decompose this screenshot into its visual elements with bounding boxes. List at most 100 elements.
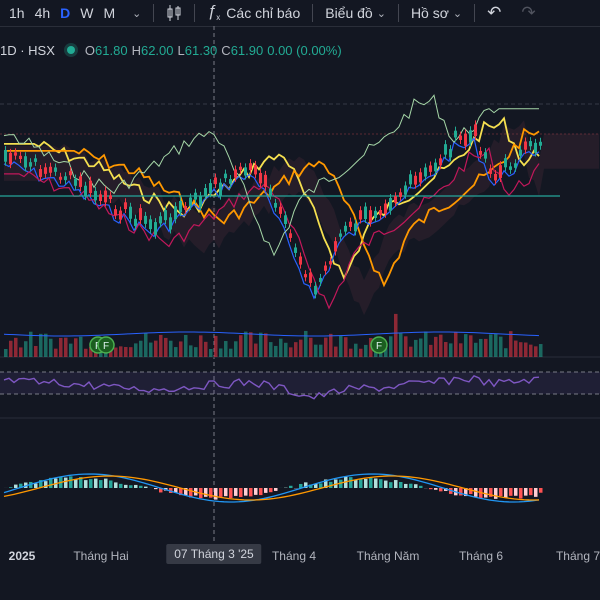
volume-bar — [354, 343, 358, 357]
candle — [289, 233, 292, 238]
interval-m[interactable]: M — [99, 5, 121, 21]
candle — [534, 142, 537, 153]
chart-canvas[interactable]: FFF — [0, 26, 600, 543]
macd-histogram-bar — [514, 488, 518, 496]
volume-bar — [179, 341, 183, 357]
macd-histogram-bar — [389, 482, 393, 488]
macd-histogram-bar — [494, 488, 498, 499]
macd-histogram-bar — [469, 488, 473, 495]
interval-1h[interactable]: 1h — [4, 5, 30, 21]
candle — [64, 176, 67, 181]
candle — [519, 149, 522, 156]
candle — [304, 274, 307, 278]
macd-histogram-bar — [104, 478, 108, 488]
volume-bar — [219, 348, 223, 357]
macd-histogram-bar — [139, 485, 143, 488]
macd-histogram-bar — [239, 488, 243, 498]
volume-bar — [269, 342, 273, 357]
candle — [409, 174, 412, 185]
macd-histogram-bar — [109, 480, 113, 488]
candle — [529, 141, 532, 147]
macd-histogram-bar — [234, 488, 238, 496]
time-label: Tháng Hai — [73, 549, 129, 563]
volume-bar — [519, 342, 523, 357]
interval-w[interactable]: W — [75, 5, 98, 21]
volume-bar — [464, 334, 468, 357]
macd-histogram-bar — [369, 477, 373, 488]
ichimoku-cloud — [4, 120, 599, 316]
volume-bar — [224, 341, 228, 357]
volume-bar — [229, 348, 233, 357]
macd-histogram-bar — [499, 488, 503, 497]
redo-button[interactable]: ↷ — [517, 0, 539, 26]
macd-histogram-bar — [249, 488, 253, 497]
macd-histogram-bar — [154, 488, 158, 490]
candle — [234, 169, 237, 178]
candle — [509, 166, 512, 170]
candle — [84, 185, 87, 197]
volume-bar — [149, 342, 153, 357]
toolbar-divider — [312, 4, 314, 22]
candle — [344, 225, 347, 232]
candle — [384, 203, 387, 214]
macd-histogram-bar — [214, 488, 218, 500]
indicators-button[interactable]: ƒx Các chỉ báo — [203, 0, 304, 26]
time-axis[interactable]: 2025 Tháng Hai 07 Tháng 3 '25 Tháng 4 Th… — [0, 543, 600, 569]
volume-bar — [79, 336, 83, 357]
volume-ma-line — [3, 331, 540, 337]
macd-histogram-bar — [399, 481, 403, 488]
candle — [79, 176, 82, 187]
candle — [244, 167, 247, 176]
volume-bar — [69, 343, 73, 357]
volume-bar — [364, 344, 368, 357]
volume-bar — [59, 337, 63, 357]
candle — [489, 168, 492, 174]
volume-bar — [174, 347, 178, 357]
macd-histogram-bar — [64, 477, 68, 488]
profile-button[interactable]: Hồ sơ ⌄ — [407, 0, 466, 26]
candle — [9, 152, 12, 165]
candle — [419, 172, 422, 183]
macd-histogram-bar — [124, 484, 128, 488]
candle — [504, 158, 507, 168]
interval-group: 1h 4h D W M — [0, 0, 124, 26]
interval-menu-button[interactable]: ⌄ — [124, 0, 145, 26]
candle — [389, 198, 392, 211]
volume-bar — [139, 340, 143, 357]
volume-bar — [429, 344, 433, 357]
macd-histogram-bar — [99, 480, 103, 488]
volume-bar — [214, 335, 218, 357]
undo-button[interactable]: ↶ — [483, 0, 505, 26]
volume-bar — [44, 333, 48, 357]
volume-bar — [264, 333, 268, 357]
macd-histogram-bar — [9, 487, 13, 488]
crosshair-time-label: 07 Tháng 3 '25 — [166, 544, 262, 564]
time-label: Tháng Năm — [356, 549, 420, 563]
macd-histogram-bar — [144, 486, 148, 488]
volume-bar — [324, 337, 328, 357]
macd-histogram-bar — [34, 483, 38, 488]
volume-bar — [124, 346, 128, 357]
candle — [119, 210, 122, 220]
macd-histogram-bar — [394, 480, 398, 488]
candle — [199, 195, 202, 207]
candle-type-button[interactable] — [162, 0, 186, 26]
volume-bar — [54, 348, 58, 357]
candle — [314, 285, 317, 295]
candle — [514, 163, 517, 168]
macd-histogram-bar — [364, 478, 368, 488]
candle — [429, 165, 432, 172]
interval-d[interactable]: D — [55, 5, 75, 21]
volume-bar — [334, 346, 338, 357]
chart-type-label: Biểu đồ — [325, 5, 373, 21]
chart-type-button[interactable]: Biểu đồ ⌄ — [321, 0, 390, 26]
macd-histogram-bar — [129, 485, 133, 488]
dividend-marker-label: F — [376, 341, 382, 352]
volume-bar — [144, 332, 148, 357]
candle — [169, 217, 172, 230]
interval-4h[interactable]: 4h — [30, 5, 56, 21]
volume-bar — [244, 331, 248, 357]
candle — [284, 215, 287, 225]
macd-histogram-bar — [414, 484, 418, 488]
toolbar-divider — [474, 4, 476, 22]
